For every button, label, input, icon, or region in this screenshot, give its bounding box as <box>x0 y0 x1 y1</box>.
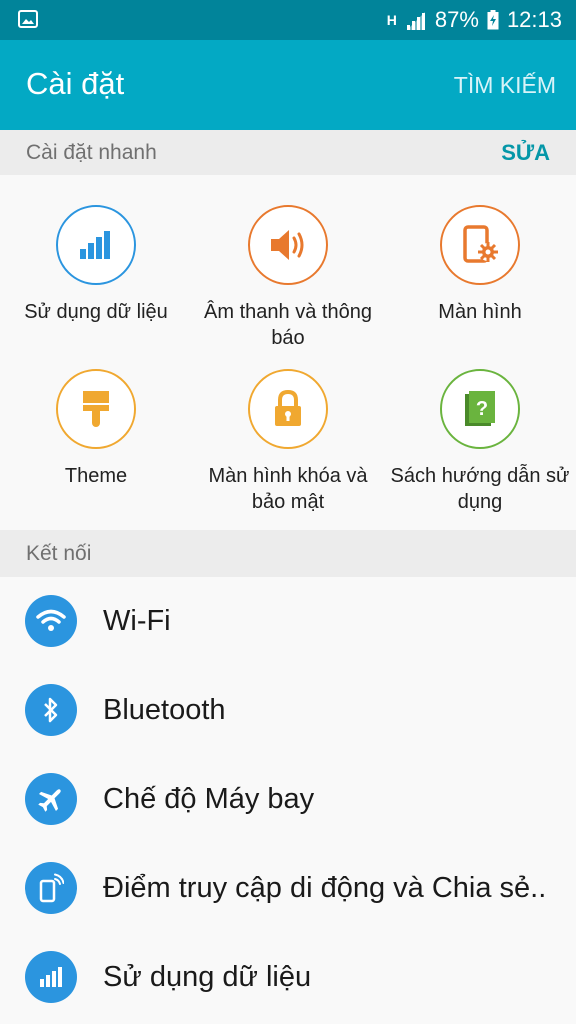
tile-user-manual[interactable]: ? Sách hướng dẫn sử dụng <box>384 369 576 515</box>
status-bar: H 87% 12:13 <box>0 0 576 40</box>
list-item-label: Sử dụng dữ liệu <box>103 961 312 993</box>
connections-header: Kết nối <box>0 530 576 577</box>
network-type-icon: H <box>386 12 397 28</box>
data-usage-icon <box>25 951 77 1003</box>
airplane-icon <box>25 773 77 825</box>
gallery-notification-icon <box>18 10 38 28</box>
list-item-wifi[interactable]: Wi-Fi <box>0 577 576 666</box>
tile-label: Âm thanh và thông báo <box>204 301 372 349</box>
edit-button[interactable]: SỬA <box>501 140 550 166</box>
data-usage-icon <box>56 205 136 285</box>
list-item-data-usage[interactable]: Sử dụng dữ liệu <box>0 933 576 1022</box>
search-button[interactable]: TÌM KIẾM <box>454 72 556 99</box>
lock-icon <box>248 369 328 449</box>
tile-label: Màn hình <box>438 301 522 323</box>
quick-settings-grid: Sử dụng dữ liệu Âm thanh và thông báo Mà… <box>0 175 576 530</box>
battery-charging-icon <box>487 10 499 30</box>
tile-label: Sách hướng dẫn sử dụng <box>390 465 570 513</box>
list-item-bluetooth[interactable]: Bluetooth <box>0 666 576 755</box>
list-item-mobile-hotspot[interactable]: Điểm truy cập di động và Chia sẻ.. <box>0 844 576 933</box>
clock: 12:13 <box>506 7 562 32</box>
list-item-label: Bluetooth <box>103 694 226 726</box>
list-item-label: Wi-Fi <box>103 605 171 637</box>
tile-theme[interactable]: Theme <box>0 369 192 489</box>
tile-display[interactable]: Màn hình <box>384 205 576 325</box>
svg-text:?: ? <box>476 398 488 420</box>
tile-data-usage[interactable]: Sử dụng dữ liệu <box>0 205 192 325</box>
tile-sound-notifications[interactable]: Âm thanh và thông báo <box>192 205 384 351</box>
app-bar: Cài đặt TÌM KIẾM <box>0 40 576 130</box>
wifi-icon <box>25 595 77 647</box>
tile-label: Theme <box>64 465 128 487</box>
bluetooth-icon <box>25 684 77 736</box>
help-book-icon: ? <box>440 369 520 449</box>
quick-settings-title: Cài đặt nhanh <box>26 141 157 164</box>
speaker-icon <box>248 205 328 285</box>
connections-list: Wi-Fi Bluetooth Chế độ Máy bay Điểm truy… <box>0 577 576 1022</box>
tile-lock-security[interactable]: Màn hình khóa và bảo mật <box>192 369 384 515</box>
connections-title: Kết nối <box>26 542 92 565</box>
hotspot-icon <box>25 862 77 914</box>
paintbrush-icon <box>56 369 136 449</box>
display-settings-icon <box>440 205 520 285</box>
list-item-label: Điểm truy cập di động và Chia sẻ.. <box>103 872 547 904</box>
page-title: Cài đặt <box>26 66 125 101</box>
quick-settings-header: Cài đặt nhanh SỬA <box>0 130 576 175</box>
list-item-airplane-mode[interactable]: Chế độ Máy bay <box>0 755 576 844</box>
battery-percent: 87% <box>434 7 479 32</box>
tile-label: Sử dụng dữ liệu <box>24 301 168 323</box>
signal-icon <box>406 12 425 30</box>
tile-label: Màn hình khóa và bảo mật <box>208 465 368 513</box>
list-item-label: Chế độ Máy bay <box>103 783 315 815</box>
